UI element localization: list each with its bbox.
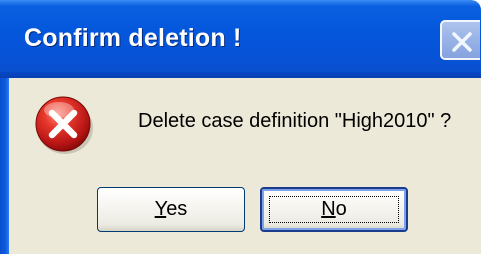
close-button[interactable]: [440, 20, 480, 60]
window-title: Confirm deletion !: [24, 24, 242, 52]
error-icon: [32, 92, 96, 156]
confirm-dialog: Confirm deletion ! Delete case definitio…: [0, 0, 481, 254]
window-frame-left: [0, 78, 9, 254]
title-bar[interactable]: Confirm deletion !: [0, 0, 481, 78]
confirmation-message: Delete case definition "High2010" ?: [138, 110, 452, 132]
no-button[interactable]: No: [260, 187, 408, 232]
no-button-label: No: [321, 198, 347, 220]
yes-button-label: Yes: [154, 198, 188, 220]
yes-button[interactable]: Yes: [97, 187, 245, 232]
close-icon: [452, 32, 472, 52]
